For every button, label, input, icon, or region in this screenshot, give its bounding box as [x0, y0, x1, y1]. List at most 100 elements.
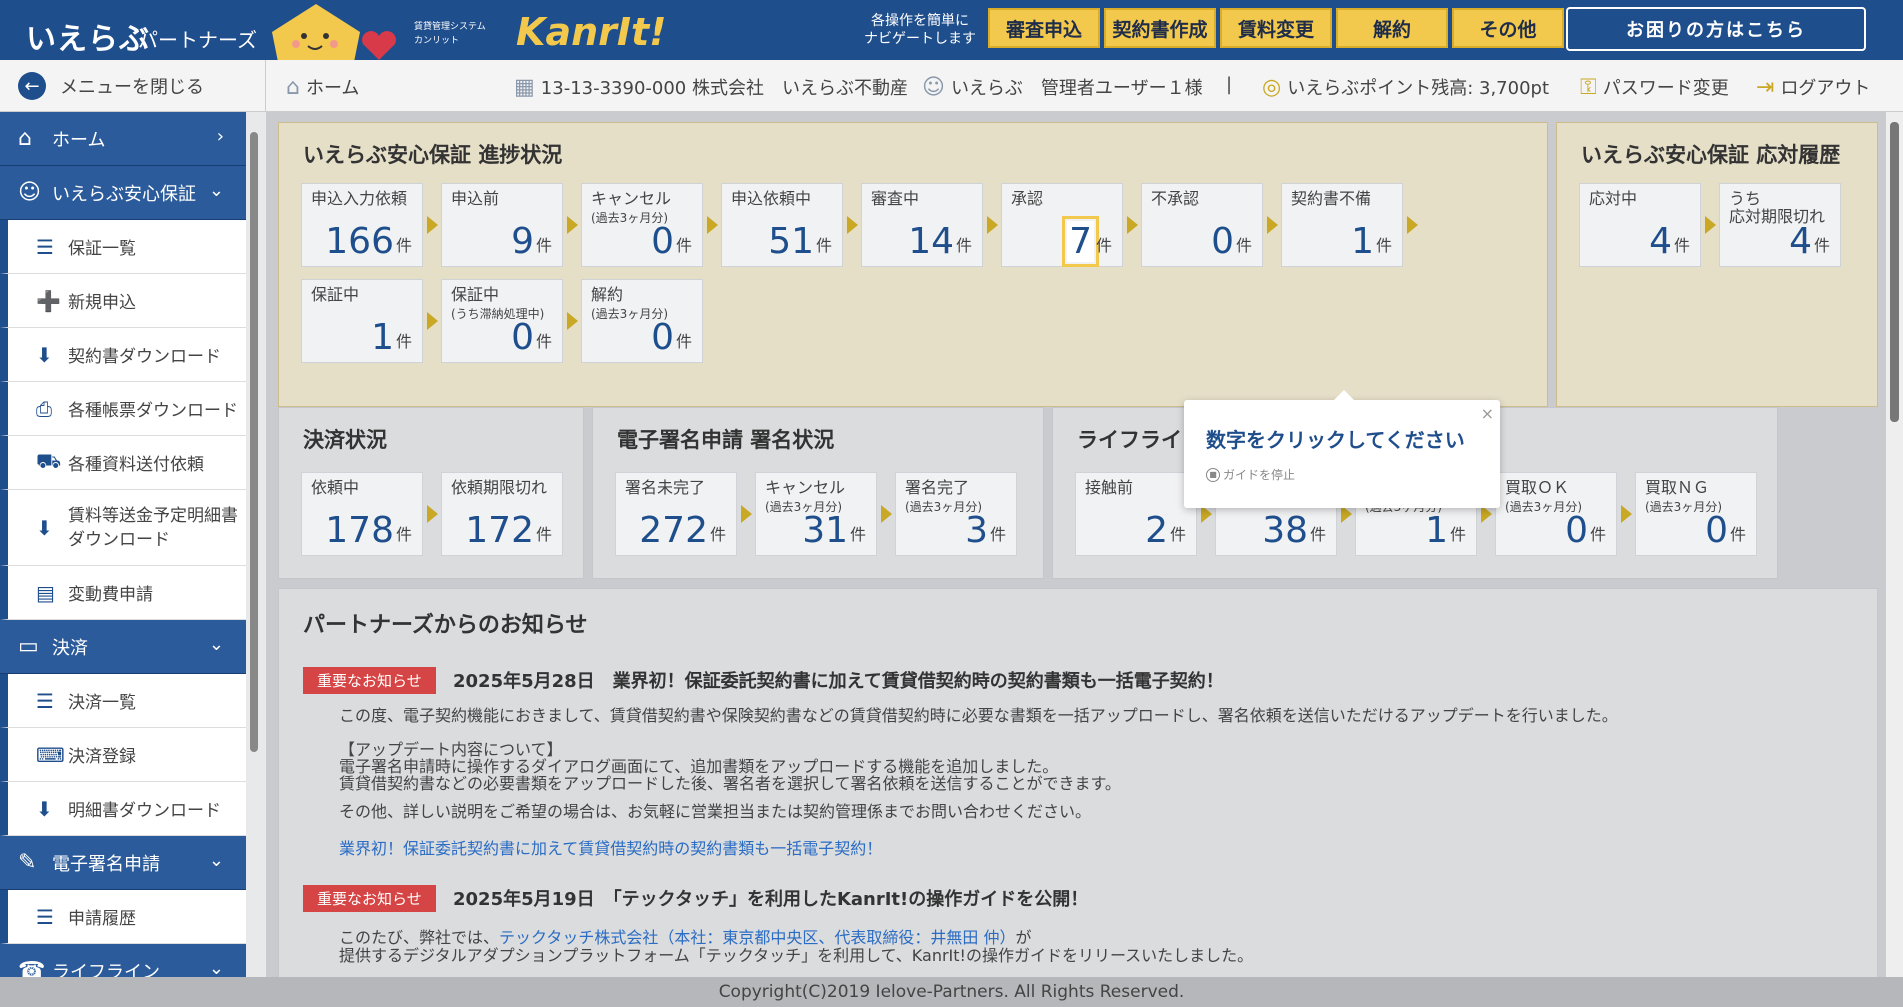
- close-icon[interactable]: ×: [1481, 404, 1494, 423]
- card-label-text: うち: [1729, 189, 1762, 208]
- status-card[interactable]: キャンセル (過去3ヶ月分) 0 件: [581, 183, 703, 267]
- card-count[interactable]: 31: [802, 510, 848, 551]
- card-count[interactable]: 0: [651, 221, 674, 262]
- status-card[interactable]: 承認 7 件: [1001, 183, 1123, 267]
- status-card[interactable]: 買取ＮＧ (過去3ヶ月分) 0 件: [1635, 472, 1757, 556]
- home-icon: ⌂: [286, 74, 300, 100]
- sidebar-guarantee[interactable]: ☺ いえらぶ安心保証 ⌄: [0, 166, 246, 220]
- card-count[interactable]: 2: [1145, 510, 1168, 551]
- product-logo[interactable]: KanrIt!: [516, 10, 667, 54]
- status-card[interactable]: 接触前 2 件: [1075, 472, 1197, 556]
- card-count[interactable]: 1: [1351, 221, 1374, 262]
- card-count[interactable]: 1: [1425, 510, 1448, 551]
- sidebar-item-application-history[interactable]: ☰ 申請履歴: [0, 890, 246, 944]
- nav-cancellation-button[interactable]: 解約: [1336, 8, 1448, 48]
- card-count[interactable]: 0: [511, 317, 534, 358]
- sidebar-esign[interactable]: ✎ 電子署名申請 ⌄: [0, 836, 246, 890]
- main-scrollbar[interactable]: [1886, 112, 1903, 977]
- sidebar-item-statement-download[interactable]: ⬇ 明細書ダウンロード: [0, 782, 246, 836]
- mascot-icon: [272, 4, 360, 62]
- sidebar-item-settlement-register[interactable]: ⌨ 決済登録: [0, 728, 246, 782]
- logout-link[interactable]: ⇥ ログアウト: [1756, 74, 1870, 100]
- card-count[interactable]: 4: [1789, 221, 1812, 262]
- status-card[interactable]: 申込入力依頼 166 件: [301, 183, 423, 267]
- status-card[interactable]: 応対中 4 件: [1579, 183, 1701, 267]
- sidebar-home[interactable]: ⌂ ホーム ›: [0, 112, 246, 166]
- status-card[interactable]: キャンセル (過去3ヶ月分) 31 件: [755, 472, 877, 556]
- sidebar-item-guarantee-list[interactable]: ☰ 保証一覧: [0, 220, 246, 274]
- nav-screening-button[interactable]: 審査申込: [988, 8, 1100, 48]
- status-card[interactable]: 契約書不備 1 件: [1281, 183, 1403, 267]
- sidebar-item-contract-download[interactable]: ⬇ 契約書ダウンロード: [0, 328, 246, 382]
- card-count[interactable]: 14: [908, 221, 954, 262]
- brand-logo[interactable]: いえらぶ: [26, 14, 150, 58]
- sidebar-item-label: 賃料等送金予定明細書 ダウンロード: [68, 504, 238, 552]
- sidebar-item-remittance-download[interactable]: ⬇ 賃料等送金予定明細書 ダウンロード: [0, 490, 246, 566]
- status-card[interactable]: 署名完了 (過去3ヶ月分) 3 件: [895, 472, 1017, 556]
- main-scrollbar-thumb[interactable]: [1890, 122, 1899, 422]
- card-count[interactable]: 51: [768, 221, 814, 262]
- card-unit: 件: [955, 236, 972, 255]
- card-label-text: 申込前: [451, 189, 500, 208]
- sidebar-settlement[interactable]: ▭ 決済 ⌄: [0, 620, 246, 674]
- credit-card-icon: ▭: [18, 634, 39, 659]
- system-subtitle: 賃貸管理システム カンリット: [414, 20, 486, 48]
- status-card[interactable]: 保証中 (うち滞納処理中) 0 件: [441, 279, 563, 363]
- status-card[interactable]: 解約 (過去3ヶ月分) 0 件: [581, 279, 703, 363]
- status-card[interactable]: 申込前 9 件: [441, 183, 563, 267]
- status-card[interactable]: 依頼中 178 件: [301, 472, 423, 556]
- card-count[interactable]: 4: [1649, 221, 1672, 262]
- status-card[interactable]: 不承認 0 件: [1141, 183, 1263, 267]
- card-label-text: 接触前: [1085, 478, 1134, 497]
- nav-other-button[interactable]: その他: [1452, 8, 1564, 48]
- status-card[interactable]: 依頼期限切れ 172 件: [441, 472, 563, 556]
- flow-arrow-icon: [1621, 505, 1632, 523]
- stop-guide-button[interactable]: ■ ガイドを停止: [1206, 466, 1295, 483]
- card-count[interactable]: 0: [651, 317, 674, 358]
- sidebar-item-settlement-list[interactable]: ☰ 決済一覧: [0, 674, 246, 728]
- flow-arrow-icon: [427, 312, 438, 330]
- status-card[interactable]: 審査中 14 件: [861, 183, 983, 267]
- file-download-icon: ⬇: [36, 515, 53, 540]
- sidebar-item-variable-cost[interactable]: ▤ 変動費申請: [0, 566, 246, 620]
- status-card[interactable]: 申込依頼中 51 件: [721, 183, 843, 267]
- nav-rent-change-button[interactable]: 賃料変更: [1220, 8, 1332, 48]
- status-card[interactable]: 買取ＯＫ (過去3ヶ月分) 0 件: [1495, 472, 1617, 556]
- card-unit: 件: [1673, 236, 1690, 255]
- card-count[interactable]: 272: [639, 510, 708, 551]
- sidebar-scrollbar[interactable]: [248, 120, 260, 975]
- card-count[interactable]: 172: [465, 510, 534, 551]
- news-item-link[interactable]: 業界初！保証委託契約書に加えて賃貸借契約時の契約書類も一括電子契約！: [339, 835, 882, 859]
- sidebar-item-material-request[interactable]: ⛟ 各種資料送付依頼: [0, 436, 246, 490]
- card-count[interactable]: 3: [965, 510, 988, 551]
- status-card[interactable]: 署名未完了 272 件: [615, 472, 737, 556]
- breadcrumb-home[interactable]: ⌂ ホーム: [286, 74, 359, 100]
- nav-guide-text: 各操作を簡単に ナビゲートします: [860, 12, 980, 48]
- card-count[interactable]: 38: [1262, 510, 1308, 551]
- sidebar-item-forms-download[interactable]: ⎙ 各種帳票ダウンロード: [0, 382, 246, 436]
- sidebar-item-new-application[interactable]: ➕ 新規申込: [0, 274, 246, 328]
- card-label-text: 保証中: [451, 285, 500, 304]
- card-count[interactable]: 1: [371, 317, 394, 358]
- card-count[interactable]: 178: [325, 510, 394, 551]
- card-count[interactable]: 166: [325, 221, 394, 262]
- card-label: 保証中: [311, 286, 359, 304]
- sidebar-scrollbar-thumb[interactable]: [250, 132, 258, 752]
- flow-arrow-icon: [1407, 216, 1418, 234]
- card-label: 申込前: [451, 190, 499, 208]
- techtouch-link[interactable]: テックタッチ株式会社（本社：東京都中央区、代表取締役：井無田 仲）: [499, 928, 1015, 947]
- card-count[interactable]: 7: [1062, 216, 1099, 267]
- password-change-link[interactable]: ⚿ パスワード変更: [1580, 74, 1729, 100]
- menu-close-button[interactable]: ← メニューを閉じる: [0, 60, 266, 112]
- sidebar-item-label: 決済登録: [68, 747, 136, 767]
- sidebar-lifeline[interactable]: ☎ ライフライン ⌄: [0, 944, 246, 977]
- card-count[interactable]: 9: [511, 221, 534, 262]
- nav-contract-button[interactable]: 契約書作成: [1104, 8, 1216, 48]
- card-count[interactable]: 0: [1565, 510, 1588, 551]
- card-count[interactable]: 0: [1211, 221, 1234, 262]
- card-count[interactable]: 0: [1705, 510, 1728, 551]
- status-card[interactable]: 保証中 1 件: [301, 279, 423, 363]
- help-button[interactable]: お困りの方はこちら: [1566, 7, 1866, 51]
- status-card[interactable]: うち 応対期限切れ 4 件: [1719, 183, 1841, 267]
- card-unit: 件: [1375, 236, 1392, 255]
